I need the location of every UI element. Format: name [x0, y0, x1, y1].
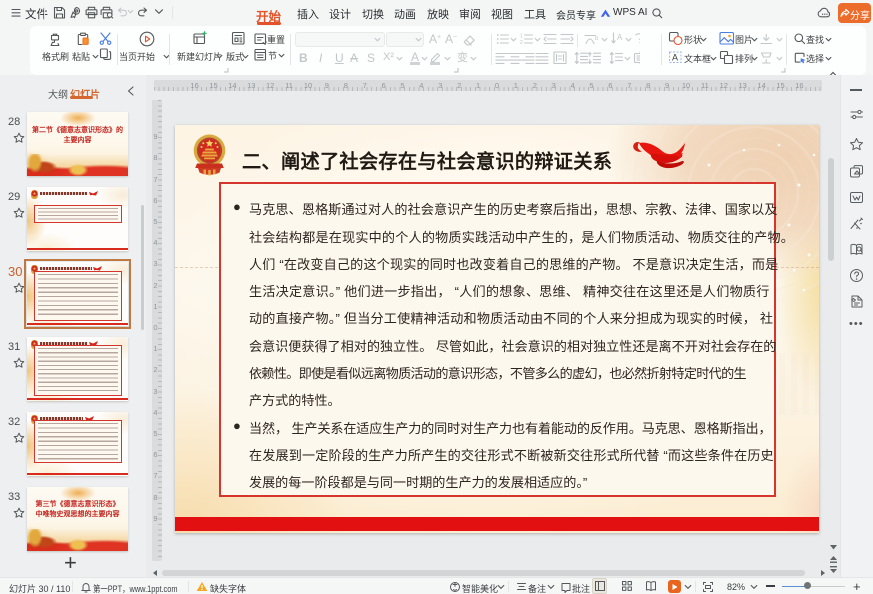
- svg-text:1: 1: [520, 34, 523, 40]
- svg-text:A: A: [672, 53, 678, 63]
- svg-text:2: 2: [520, 40, 523, 45]
- svg-text:b: b: [595, 36, 599, 42]
- svg-text:A: A: [617, 33, 623, 42]
- svg-text:变: 变: [457, 50, 468, 64]
